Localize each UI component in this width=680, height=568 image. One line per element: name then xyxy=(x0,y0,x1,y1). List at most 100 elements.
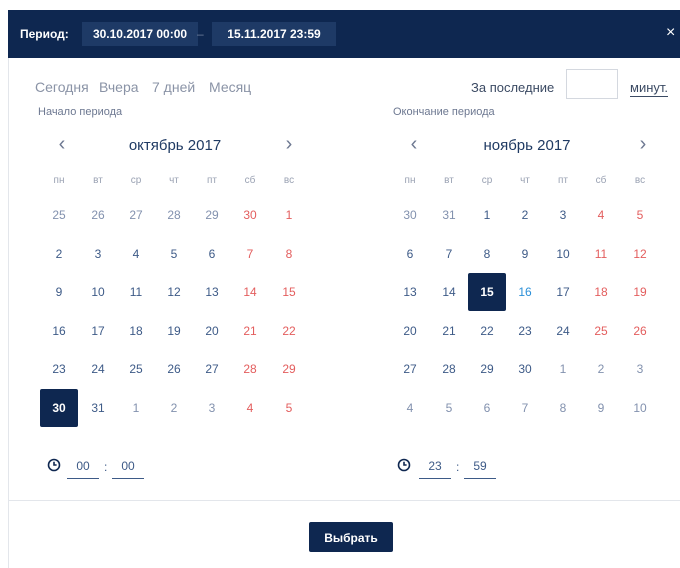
right-day-cell[interactable]: 19 xyxy=(621,273,659,311)
right-day-cell[interactable]: 26 xyxy=(621,312,659,350)
right-day-cell[interactable]: 8 xyxy=(468,235,506,273)
right-day-cell[interactable]: 27 xyxy=(391,350,429,388)
left-day-cell[interactable]: 1 xyxy=(270,196,308,234)
left-day-cell[interactable]: 13 xyxy=(193,273,231,311)
left-day-cell[interactable]: 17 xyxy=(79,312,117,350)
right-day-cell[interactable]: 15 xyxy=(468,273,506,311)
right-day-cell[interactable]: 5 xyxy=(430,389,468,427)
start-minutes-input[interactable]: 00 xyxy=(112,458,144,479)
right-day-cell[interactable]: 18 xyxy=(582,273,620,311)
quick-today[interactable]: Сегодня xyxy=(35,79,89,95)
left-day-cell[interactable]: 5 xyxy=(155,235,193,273)
right-day-cell[interactable]: 29 xyxy=(468,350,506,388)
right-day-cell[interactable]: 31 xyxy=(430,196,468,234)
left-day-cell[interactable]: 27 xyxy=(193,350,231,388)
right-day-cell[interactable]: 7 xyxy=(430,235,468,273)
left-day-cell[interactable]: 25 xyxy=(117,350,155,388)
left-day-cell[interactable]: 22 xyxy=(270,312,308,350)
right-day-cell[interactable]: 17 xyxy=(544,273,582,311)
right-day-cell[interactable]: 4 xyxy=(391,389,429,427)
right-day-cell[interactable]: 10 xyxy=(621,389,659,427)
left-day-cell[interactable]: 31 xyxy=(79,389,117,427)
left-day-cell[interactable]: 8 xyxy=(270,235,308,273)
right-day-cell[interactable]: 3 xyxy=(621,350,659,388)
left-next-month-icon[interactable]: › xyxy=(281,134,297,154)
left-day-cell[interactable]: 15 xyxy=(270,273,308,311)
right-day-cell[interactable]: 10 xyxy=(544,235,582,273)
right-day-cell[interactable]: 9 xyxy=(582,389,620,427)
left-day-cell[interactable]: 27 xyxy=(117,196,155,234)
left-day-cell[interactable]: 7 xyxy=(231,235,269,273)
last-minutes-input[interactable] xyxy=(566,69,618,99)
unit-select[interactable]: минут. xyxy=(630,80,669,97)
right-day-cell[interactable]: 25 xyxy=(582,312,620,350)
right-prev-month-icon[interactable]: ‹ xyxy=(406,134,422,154)
right-day-cell[interactable]: 23 xyxy=(506,312,544,350)
left-day-cell[interactable]: 29 xyxy=(193,196,231,234)
quick-7-days[interactable]: 7 дней xyxy=(152,79,195,95)
left-day-cell[interactable]: 6 xyxy=(193,235,231,273)
period-start-field[interactable]: 30.10.2017 00:00 xyxy=(82,22,198,46)
left-day-cell[interactable]: 3 xyxy=(193,389,231,427)
left-day-cell[interactable]: 9 xyxy=(40,273,78,311)
choose-button[interactable]: Выбрать xyxy=(309,522,393,552)
start-hours-input[interactable]: 00 xyxy=(67,458,99,479)
left-day-cell[interactable]: 25 xyxy=(40,196,78,234)
left-day-cell[interactable]: 12 xyxy=(155,273,193,311)
left-day-cell[interactable]: 5 xyxy=(270,389,308,427)
left-day-cell[interactable]: 30 xyxy=(40,388,78,427)
right-day-cell[interactable]: 2 xyxy=(506,196,544,234)
right-day-cell[interactable]: 11 xyxy=(582,235,620,273)
right-day-cell[interactable]: 9 xyxy=(506,235,544,273)
right-day-cell[interactable]: 4 xyxy=(582,196,620,234)
left-day-cell[interactable]: 29 xyxy=(270,350,308,388)
right-day-cell[interactable]: 1 xyxy=(468,196,506,234)
left-day-cell[interactable]: 19 xyxy=(155,312,193,350)
right-day-cell[interactable]: 5 xyxy=(621,196,659,234)
right-day-cell[interactable]: 28 xyxy=(430,350,468,388)
period-end-field[interactable]: 15.11.2017 23:59 xyxy=(212,22,336,46)
left-prev-month-icon[interactable]: ‹ xyxy=(54,134,70,154)
left-day-cell[interactable]: 23 xyxy=(40,350,78,388)
right-day-cell[interactable]: 14 xyxy=(430,273,468,311)
left-day-cell[interactable]: 1 xyxy=(117,389,155,427)
left-day-cell[interactable]: 26 xyxy=(155,350,193,388)
left-day-cell[interactable]: 20 xyxy=(193,312,231,350)
left-day-cell[interactable]: 18 xyxy=(117,312,155,350)
right-day-cell[interactable]: 30 xyxy=(506,350,544,388)
left-day-cell[interactable]: 14 xyxy=(231,273,269,311)
left-day-cell[interactable]: 3 xyxy=(79,235,117,273)
left-day-cell[interactable]: 16 xyxy=(40,312,78,350)
right-day-cell[interactable]: 22 xyxy=(468,312,506,350)
right-day-cell[interactable]: 6 xyxy=(391,235,429,273)
right-day-cell[interactable]: 30 xyxy=(391,196,429,234)
left-day-cell[interactable]: 26 xyxy=(79,196,117,234)
left-day-cell[interactable]: 2 xyxy=(155,389,193,427)
right-day-cell[interactable]: 12 xyxy=(621,235,659,273)
right-day-cell[interactable]: 24 xyxy=(544,312,582,350)
left-day-cell[interactable]: 11 xyxy=(117,273,155,311)
left-day-cell[interactable]: 24 xyxy=(79,350,117,388)
quick-month[interactable]: Месяц xyxy=(209,79,251,95)
end-hours-input[interactable]: 23 xyxy=(419,458,451,479)
right-day-cell[interactable]: 13 xyxy=(391,273,429,311)
left-day-cell[interactable]: 10 xyxy=(79,273,117,311)
left-day-cell[interactable]: 2 xyxy=(40,235,78,273)
right-day-cell[interactable]: 7 xyxy=(506,389,544,427)
quick-yesterday[interactable]: Вчера xyxy=(99,79,139,95)
left-day-cell[interactable]: 4 xyxy=(231,389,269,427)
right-day-cell[interactable]: 21 xyxy=(430,312,468,350)
right-day-cell[interactable]: 6 xyxy=(468,389,506,427)
right-day-cell[interactable]: 16 xyxy=(506,273,544,311)
right-day-cell[interactable]: 8 xyxy=(544,389,582,427)
left-day-cell[interactable]: 21 xyxy=(231,312,269,350)
left-day-cell[interactable]: 28 xyxy=(231,350,269,388)
right-day-cell[interactable]: 20 xyxy=(391,312,429,350)
close-icon[interactable]: × xyxy=(666,24,680,42)
right-day-cell[interactable]: 2 xyxy=(582,350,620,388)
right-next-month-icon[interactable]: › xyxy=(635,134,651,154)
left-day-cell[interactable]: 30 xyxy=(231,196,269,234)
left-day-cell[interactable]: 28 xyxy=(155,196,193,234)
right-day-cell[interactable]: 3 xyxy=(544,196,582,234)
end-minutes-input[interactable]: 59 xyxy=(464,458,496,479)
